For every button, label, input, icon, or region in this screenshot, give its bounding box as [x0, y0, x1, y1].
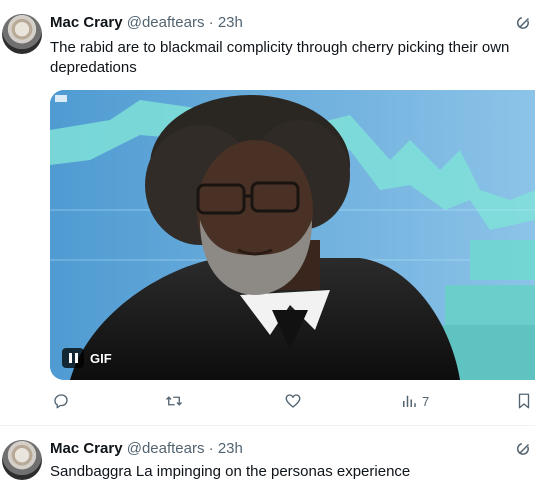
like-icon: [285, 394, 301, 408]
like-button[interactable]: [284, 392, 302, 410]
gif-label: GIF: [90, 350, 112, 366]
views-count: 7: [422, 393, 430, 409]
display-name[interactable]: Mac Crary: [50, 440, 123, 457]
tweet-actions: 7: [50, 392, 535, 416]
timestamp[interactable]: 23h: [218, 440, 243, 457]
views-icon: [403, 395, 416, 407]
grok-icon[interactable]: [515, 440, 533, 458]
avatar[interactable]: [2, 14, 42, 54]
retweet-button[interactable]: [165, 392, 183, 410]
gif-image: [50, 90, 535, 380]
gif-media[interactable]: GIF: [50, 90, 535, 380]
tweet-header: Mac Crary @deaftears · 23h: [50, 440, 243, 457]
display-name[interactable]: Mac Crary: [50, 14, 123, 31]
avatar[interactable]: [2, 440, 42, 480]
user-handle[interactable]: @deaftears: [127, 14, 205, 31]
bookmark-icon: [518, 393, 530, 409]
tweet[interactable]: Mac Crary @deaftears · 23h Sandbaggra La…: [0, 426, 535, 490]
timestamp[interactable]: 23h: [218, 14, 243, 31]
bookmark-button[interactable]: [515, 392, 533, 410]
separator-dot: ·: [208, 14, 214, 31]
tweet-text: The rabid are to blackmail complicity th…: [50, 39, 510, 76]
tweet-header: Mac Crary @deaftears · 23h: [50, 14, 243, 31]
reply-button[interactable]: [52, 392, 70, 410]
pause-icon[interactable]: [62, 348, 84, 368]
grok-icon[interactable]: [515, 14, 533, 32]
separator-dot: ·: [208, 440, 214, 457]
views-button[interactable]: 7: [400, 392, 429, 410]
user-handle[interactable]: @deaftears: [127, 440, 205, 457]
retweet-icon: [166, 396, 182, 406]
reply-icon: [54, 394, 68, 409]
gif-badge[interactable]: GIF: [62, 348, 112, 368]
tweet-text: Sandbaggra La impinging on the personas …: [50, 463, 411, 480]
tweet[interactable]: Mac Crary @deaftears · 23h The rabid are…: [0, 0, 535, 426]
